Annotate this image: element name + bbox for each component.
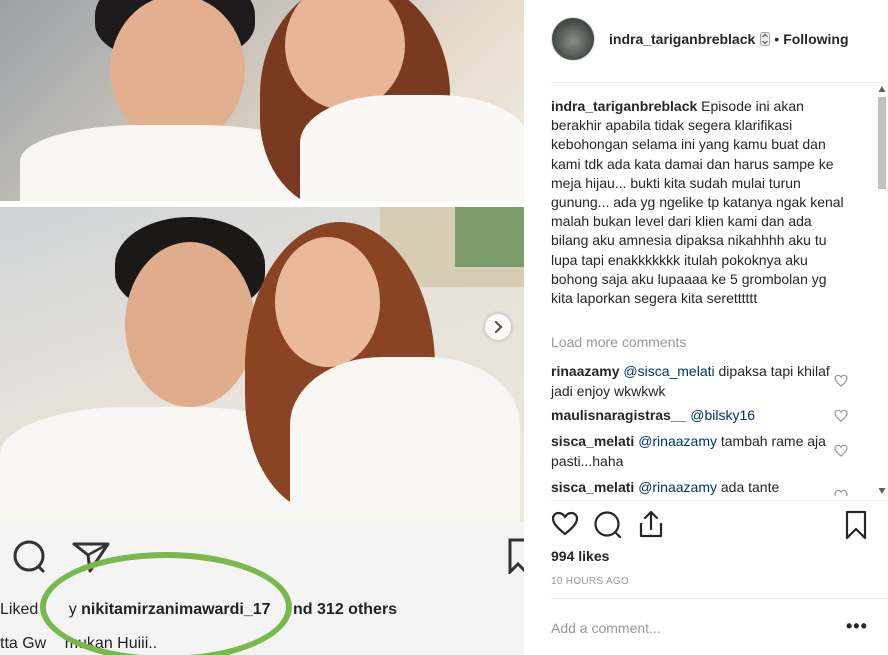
- comment-mention[interactable]: @sisca_melati: [623, 363, 714, 379]
- comment-clip: sisca_melati @rinaazamy ada tante: [551, 476, 861, 496]
- more-options-button[interactable]: •••: [846, 616, 868, 637]
- post-image[interactable]: Liked y nikitamirzanimawardi_17 nd 312 o…: [0, 0, 524, 655]
- divider: [551, 82, 888, 83]
- heart-icon[interactable]: [551, 511, 579, 537]
- circle-annotation: [40, 552, 292, 655]
- post-caption: indra_tariganbreblack Episode ini akan b…: [551, 97, 851, 308]
- comment-like-icon[interactable]: [834, 444, 848, 458]
- comment-icon: [13, 540, 46, 574]
- post-username[interactable]: indra_tariganbreblack: [609, 31, 755, 47]
- caption-username[interactable]: indra_tariganbreblack: [551, 98, 697, 114]
- shirt-shape: [290, 357, 520, 521]
- liked-prefix: Liked: [0, 601, 39, 618]
- comment-like-icon[interactable]: [834, 489, 848, 496]
- shirt-shape: [300, 95, 524, 201]
- photo-panel-top: [0, 0, 524, 201]
- following-button[interactable]: Following: [783, 31, 848, 47]
- comment-mention[interactable]: @rinaazamy: [638, 479, 717, 495]
- face-shape: [275, 237, 380, 367]
- next-photo-button[interactable]: [485, 314, 511, 340]
- comment-like-icon[interactable]: [834, 409, 848, 423]
- comment-username[interactable]: rinaazamy: [551, 363, 619, 379]
- photo-panel-middle: [0, 207, 524, 521]
- comment-item: rinaazamy @sisca_melati dipaksa tapi khi…: [551, 362, 831, 401]
- likes-count[interactable]: 994 likes: [551, 548, 609, 564]
- bookmark-icon: [508, 538, 524, 574]
- face-shape: [125, 242, 255, 407]
- comment-username[interactable]: maulisnaragistras__: [551, 407, 686, 423]
- divider: [551, 500, 888, 501]
- comment-mention[interactable]: @bilsky16: [690, 407, 755, 423]
- comment-text: ada tante: [720, 479, 780, 495]
- comment-item: sisca_melati @rinaazamy ada tante: [551, 478, 831, 496]
- bookmark-icon[interactable]: [844, 510, 868, 540]
- liked-suffix: nd 312 others: [293, 601, 398, 618]
- comment-username[interactable]: sisca_melati: [551, 479, 634, 495]
- comment-icon[interactable]: [593, 510, 623, 540]
- comment-username[interactable]: sisca_melati: [551, 433, 634, 449]
- post-sidebar: indra_tariganbreblack • Following indra_…: [524, 0, 888, 655]
- verified-icon: [760, 32, 771, 46]
- separator-dot: •: [774, 31, 780, 47]
- load-more-comments[interactable]: Load more comments: [551, 334, 686, 350]
- avatar[interactable]: [551, 17, 595, 61]
- chevron-right-icon: [494, 321, 503, 333]
- divider: [551, 598, 888, 599]
- scrollbar[interactable]: [877, 84, 887, 496]
- post-timestamp[interactable]: 10 HOURS AGO: [551, 576, 629, 587]
- action-bar: [551, 509, 871, 541]
- caption-text: Episode ini akan berakhir apabila tidak …: [551, 98, 844, 307]
- face-shape: [110, 0, 245, 145]
- painting-shape: [455, 207, 524, 267]
- add-comment-input[interactable]: Add a comment...: [551, 620, 661, 636]
- comment-item: sisca_melati @rinaazamy tambah rame aja …: [551, 432, 831, 471]
- comment-like-icon[interactable]: [834, 374, 848, 388]
- embedded-caption-start: tta Gw: [0, 635, 47, 652]
- comment-mention[interactable]: @rinaazamy: [638, 433, 717, 449]
- post-header: indra_tariganbreblack • Following: [551, 14, 861, 64]
- comment-item: maulisnaragistras__ @bilsky16: [551, 406, 831, 426]
- share-icon[interactable]: [638, 509, 664, 539]
